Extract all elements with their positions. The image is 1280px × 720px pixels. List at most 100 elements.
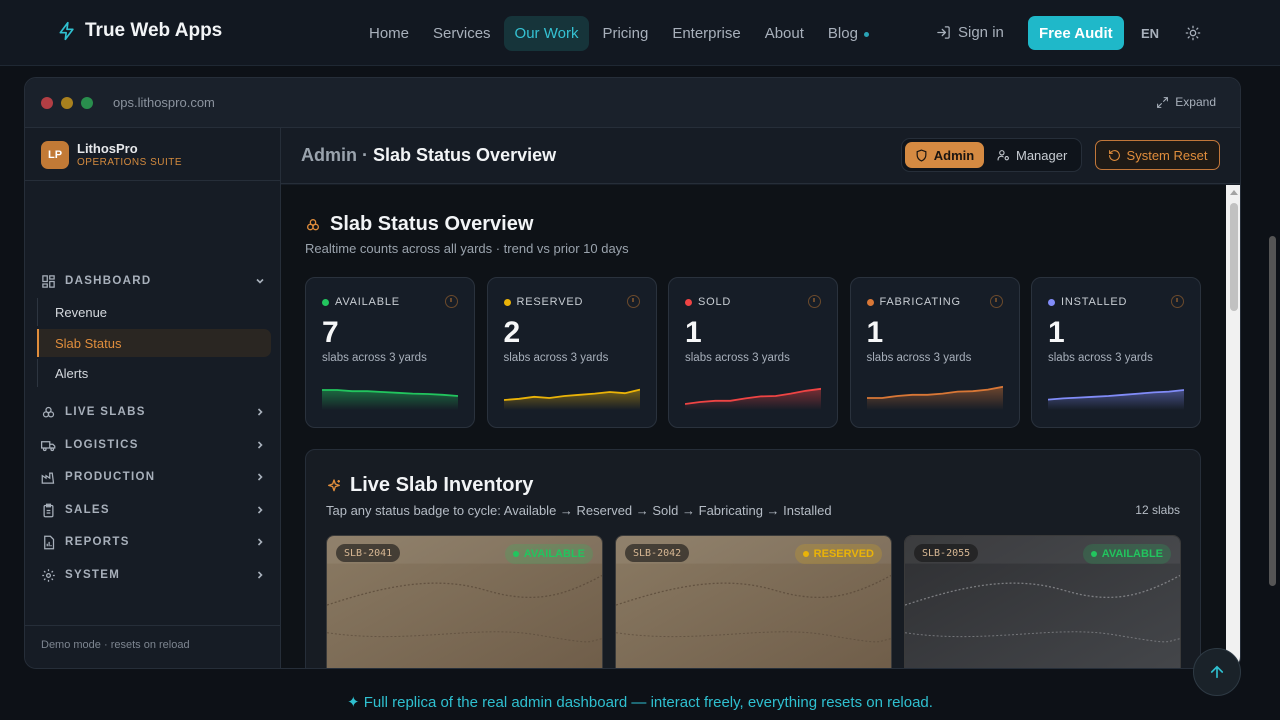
slab-status-label: RESERVED: [813, 548, 874, 560]
page-title: Admin · Slab Status Overview: [301, 145, 556, 166]
info-icon[interactable]: [445, 295, 458, 308]
role-manager-label: Manager: [1016, 148, 1068, 163]
sign-in-link[interactable]: Sign in: [936, 24, 1004, 41]
window-minimize-dot[interactable]: [61, 97, 73, 109]
main-header: Admin · Slab Status Overview Admin Manag…: [281, 128, 1240, 184]
nav-about[interactable]: About: [754, 16, 815, 51]
stat-label: FABRICATING: [866, 296, 961, 308]
window-close-dot[interactable]: [41, 97, 53, 109]
window-titlebar: ops.lithospro.com Expand: [25, 78, 1240, 128]
scrollbar-thumb[interactable]: [1230, 203, 1238, 311]
slab-status-badge[interactable]: RESERVED: [794, 544, 882, 564]
top-navigation: True Web Apps Home Services Our Work Pri…: [0, 0, 1280, 66]
sidebar-section-label: SYSTEM: [65, 569, 121, 581]
status-dot: [1090, 551, 1097, 557]
role-admin-button[interactable]: Admin: [905, 142, 984, 168]
org-switcher[interactable]: LP LithosPro OPERATIONS SUITE: [41, 140, 182, 170]
new-indicator-dot: [863, 31, 869, 37]
sidebar-divider: [25, 180, 280, 181]
slab-id: SLB-2041: [336, 544, 401, 562]
scroll-to-top-button[interactable]: [1193, 648, 1241, 696]
stat-label-text: INSTALLED: [1061, 296, 1128, 308]
nav-enterprise[interactable]: Enterprise: [661, 16, 751, 51]
stat-value: 7: [322, 316, 339, 349]
info-icon[interactable]: [1171, 295, 1184, 308]
free-audit-button[interactable]: Free Audit: [1028, 16, 1124, 50]
nav-blog[interactable]: Blog: [817, 16, 880, 51]
system-reset-label: System Reset: [1126, 147, 1208, 163]
language-switch[interactable]: EN: [1141, 26, 1159, 41]
inventory-title: Live Slab Inventory: [350, 474, 534, 496]
overview-heading: Slab Status Overview: [305, 213, 533, 236]
chevron-down-icon: [256, 278, 264, 284]
trend-sparkline: [866, 385, 1003, 410]
page-title-text: Slab Status Overview: [373, 145, 557, 165]
sidebar-section-system[interactable]: SYSTEM: [41, 565, 265, 585]
role-manager-button[interactable]: Manager: [997, 148, 1067, 163]
stat-value: 1: [1048, 316, 1065, 349]
stat-card-sold[interactable]: SOLD 1 slabs across 3 yards: [668, 277, 838, 428]
stat-card-reserved[interactable]: RESERVED 2 slabs across 3 yards: [486, 277, 657, 428]
sidebar-section-reports[interactable]: REPORTS: [41, 532, 265, 552]
slab-card[interactable]: SLB-2055 AVAILABLE: [904, 535, 1181, 668]
clipboard-icon: [43, 503, 54, 517]
slab-status-badge[interactable]: AVAILABLE: [504, 544, 593, 564]
status-dot: [503, 298, 511, 306]
chevron-right-icon: [257, 538, 263, 546]
chevron-right-icon: [257, 408, 263, 416]
info-icon[interactable]: [808, 295, 821, 308]
stat-card-installed[interactable]: INSTALLED 1 slabs across 3 yards: [1031, 277, 1201, 428]
sidebar-item-slab-status[interactable]: Slab Status: [37, 329, 271, 357]
sidebar-section-production[interactable]: PRODUCTION: [41, 467, 265, 487]
sidebar-section-logistics[interactable]: LOGISTICS: [41, 435, 265, 455]
gear-icon: [42, 568, 55, 582]
expand-button[interactable]: Expand: [1156, 95, 1216, 109]
page-scrollbar-thumb[interactable]: [1269, 236, 1276, 586]
nav-our-work[interactable]: Our Work: [503, 16, 590, 51]
sidebar-section-label: LOGISTICS: [65, 439, 139, 451]
slab-status-badge[interactable]: AVAILABLE: [1082, 544, 1171, 564]
nav-pricing[interactable]: Pricing: [591, 16, 659, 51]
layers-icon: [307, 218, 319, 230]
content-scrollbar[interactable]: [1226, 185, 1240, 668]
login-icon: [937, 26, 950, 39]
sidebar-section-live-slabs[interactable]: LIVE SLABS: [41, 402, 265, 422]
sidebar-section-sales[interactable]: SALES: [41, 500, 265, 520]
trend-sparkline: [685, 387, 821, 410]
sidebar-item-alerts[interactable]: Alerts: [37, 359, 271, 387]
dashboard-icon: [42, 274, 55, 288]
sidebar-footer-divider: [25, 625, 280, 626]
slab-card[interactable]: SLB-2041 AVAILABLE: [326, 535, 603, 668]
stat-card-fabricating[interactable]: FABRICATING 1 slabs across 3 yards: [849, 277, 1020, 428]
system-reset-button[interactable]: System Reset: [1095, 140, 1220, 170]
user-cog-icon: [997, 150, 1009, 161]
status-dot: [1048, 298, 1055, 306]
trend-sparkline: [503, 388, 640, 410]
lightning-icon: [59, 21, 74, 41]
truck-icon: [41, 440, 56, 451]
page-scrollbar[interactable]: [1266, 66, 1280, 720]
role-admin-label: Admin: [933, 147, 975, 163]
stat-card-available[interactable]: AVAILABLE 7 slabs across 3 yards: [305, 277, 475, 428]
sidebar-section-dashboard[interactable]: DASHBOARD: [41, 271, 265, 291]
stat-description: slabs across 3 yards: [866, 352, 972, 364]
slab-status-label: AVAILABLE: [1101, 548, 1163, 560]
sparkle-icon: [328, 478, 340, 491]
chevron-right-icon: [257, 571, 263, 579]
info-icon[interactable]: [626, 295, 640, 308]
sun-icon[interactable]: [1185, 25, 1201, 41]
stat-label: RESERVED: [503, 296, 584, 308]
stat-label: AVAILABLE: [322, 296, 400, 308]
info-icon[interactable]: [989, 295, 1003, 308]
window-zoom-dot[interactable]: [81, 97, 93, 109]
sidebar-item-revenue[interactable]: Revenue: [37, 298, 271, 326]
overview-subtitle: Realtime counts across all yards · trend…: [305, 241, 629, 256]
page-title-prefix: Admin: [301, 145, 357, 165]
sidebar-section-label: DASHBOARD: [65, 275, 152, 287]
nav-services[interactable]: Services: [422, 16, 502, 51]
nav-home[interactable]: Home: [358, 16, 420, 51]
stat-value: 2: [503, 316, 521, 349]
scroll-up-arrow[interactable]: [1230, 190, 1238, 195]
slab-card[interactable]: SLB-2042 RESERVED: [615, 535, 892, 668]
brand-logo[interactable]: True Web Apps: [57, 20, 222, 42]
